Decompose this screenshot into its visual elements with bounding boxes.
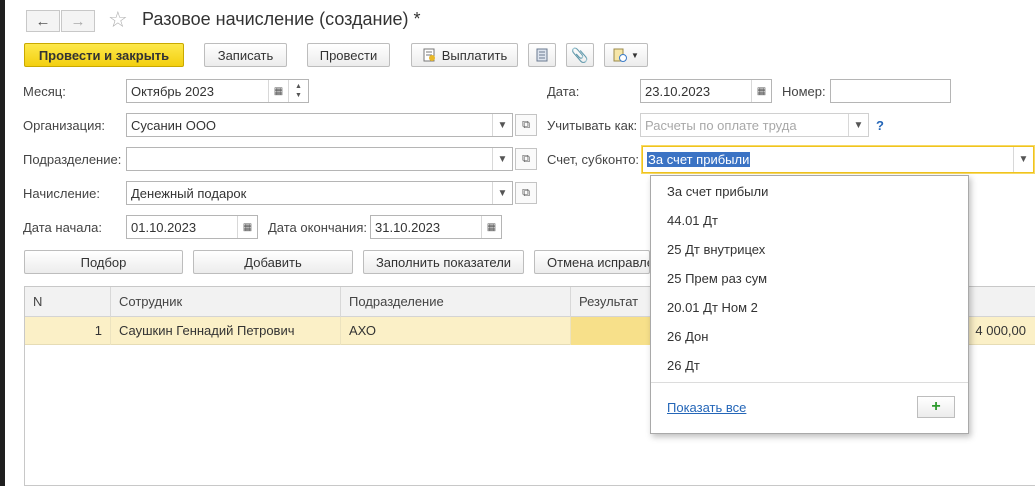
show-all-link[interactable]: Показать все	[667, 400, 746, 415]
attach-button[interactable]: 📎	[566, 43, 594, 67]
chevron-down-icon: ▼	[631, 50, 639, 60]
month-value: Октябрь 2023	[131, 83, 214, 99]
dropdown-item[interactable]: 26 Дт	[667, 358, 700, 373]
date-value: 23.10.2023	[645, 83, 711, 99]
calendar-icon[interactable]: ▦	[268, 80, 288, 102]
calendar-icon[interactable]: ▦	[237, 216, 257, 238]
account-subconto-dropdown: За счет прибыли 44.01 Дт 25 Дт внутрицех…	[650, 175, 969, 434]
cancel-corrections-button[interactable]: Отмена исправле	[534, 250, 650, 274]
account-as-field[interactable]: Расчеты по оплате труда ▼	[640, 113, 869, 137]
document-pay-icon	[423, 48, 435, 62]
month-label: Месяц:	[23, 84, 66, 99]
dropdown-divider	[651, 382, 968, 383]
add-new-button[interactable]: +	[917, 396, 955, 418]
dropdown-item[interactable]: За счет прибыли	[667, 184, 768, 199]
cell-department: АХО	[341, 317, 571, 345]
account-subconto-value: За счет прибыли	[647, 152, 751, 167]
start-date-field[interactable]: 01.10.2023 ▦	[126, 215, 258, 239]
arrow-right-icon: →	[70, 12, 86, 30]
column-header-amount[interactable]	[969, 287, 1035, 317]
document-add-icon	[613, 48, 628, 62]
start-date-value: 01.10.2023	[131, 219, 197, 235]
cell-n: 1	[25, 317, 111, 345]
account-subconto-field[interactable]: За счет прибыли ▼	[642, 146, 1034, 173]
dropdown-item[interactable]: 26 Дон	[667, 329, 708, 344]
dropdown-item[interactable]: 25 Прем раз сум	[667, 271, 767, 286]
save-button[interactable]: Записать	[204, 43, 287, 67]
page-title: Разовое начисление (создание) *	[142, 9, 421, 29]
cell-employee: Саушкин Геннадий Петрович	[111, 317, 341, 345]
dropdown-item[interactable]: 25 Дт внутрицех	[667, 242, 765, 257]
account-subconto-label: Счет, субконто:	[547, 152, 640, 167]
organization-label: Организация:	[23, 118, 106, 133]
chevron-down-icon[interactable]: ▼	[848, 114, 868, 136]
open-department-button[interactable]: ⧉	[515, 148, 537, 170]
column-header-n[interactable]: N	[25, 287, 111, 317]
department-label: Подразделение:	[23, 152, 122, 167]
end-date-value: 31.10.2023	[375, 219, 441, 235]
arrow-left-icon: ←	[35, 12, 51, 30]
open-icon: ⧉	[522, 118, 530, 131]
accrual-field[interactable]: Денежный подарок ▼	[126, 181, 513, 205]
open-organization-button[interactable]: ⧉	[515, 114, 537, 136]
month-field[interactable]: Октябрь 2023 ▦ ▲ ▼	[126, 79, 309, 103]
calendar-icon[interactable]: ▦	[751, 80, 771, 102]
open-accrual-button[interactable]: ⧉	[515, 182, 537, 204]
accrual-value: Денежный подарок	[131, 185, 247, 201]
fill-indicators-button[interactable]: Заполнить показатели	[363, 250, 524, 274]
list-icon	[536, 48, 548, 62]
window-edge	[0, 0, 5, 486]
report-button[interactable]	[528, 43, 556, 67]
date-field[interactable]: 23.10.2023 ▦	[640, 79, 772, 103]
calendar-icon[interactable]: ▦	[481, 216, 501, 238]
column-header-department[interactable]: Подразделение	[341, 287, 571, 317]
account-as-label: Учитывать как:	[547, 118, 638, 133]
star-icon[interactable]: ☆	[108, 7, 128, 33]
post-button[interactable]: Провести	[307, 43, 390, 67]
start-date-label: Дата начала:	[23, 220, 102, 235]
chevron-down-icon[interactable]: ▼	[1013, 147, 1033, 172]
add-button[interactable]: Добавить	[193, 250, 353, 274]
dropdown-item[interactable]: 44.01 Дт	[667, 213, 718, 228]
end-date-label: Дата окончания:	[268, 220, 367, 235]
chevron-down-icon[interactable]: ▼	[492, 182, 512, 204]
forward-button[interactable]: →	[61, 10, 95, 32]
pay-button-label: Выплатить	[441, 47, 508, 63]
department-field[interactable]: ▼	[126, 147, 513, 171]
organization-value: Сусанин ООО	[131, 117, 217, 133]
pay-button[interactable]: Выплатить	[411, 43, 518, 67]
month-spinner[interactable]: ▲ ▼	[288, 80, 308, 102]
column-header-employee[interactable]: Сотрудник	[111, 287, 341, 317]
open-icon: ⧉	[522, 186, 530, 199]
chevron-down-icon[interactable]: ▼	[492, 148, 512, 170]
account-as-placeholder: Расчеты по оплате труда	[645, 117, 797, 133]
open-icon: ⧉	[522, 152, 530, 165]
pick-button[interactable]: Подбор	[24, 250, 183, 274]
dropdown-item[interactable]: 20.01 Дт Ном 2	[667, 300, 758, 315]
date-label: Дата:	[547, 84, 580, 99]
chevron-down-icon[interactable]: ▼	[492, 114, 512, 136]
create-based-on-button[interactable]: ▼	[604, 43, 648, 67]
post-and-close-button[interactable]: Провести и закрыть	[24, 43, 184, 67]
organization-field[interactable]: Сусанин ООО ▼	[126, 113, 513, 137]
paperclip-icon: 📎	[571, 46, 589, 63]
accrual-label: Начисление:	[23, 186, 100, 201]
number-label: Номер:	[782, 84, 826, 99]
column-header-result[interactable]: Результат	[571, 287, 651, 317]
back-button[interactable]: ←	[26, 10, 60, 32]
number-field[interactable]	[830, 79, 951, 103]
plus-icon: +	[931, 398, 941, 415]
cell-result	[571, 317, 651, 345]
end-date-field[interactable]: 31.10.2023 ▦	[370, 215, 502, 239]
help-icon[interactable]: ?	[876, 118, 884, 133]
